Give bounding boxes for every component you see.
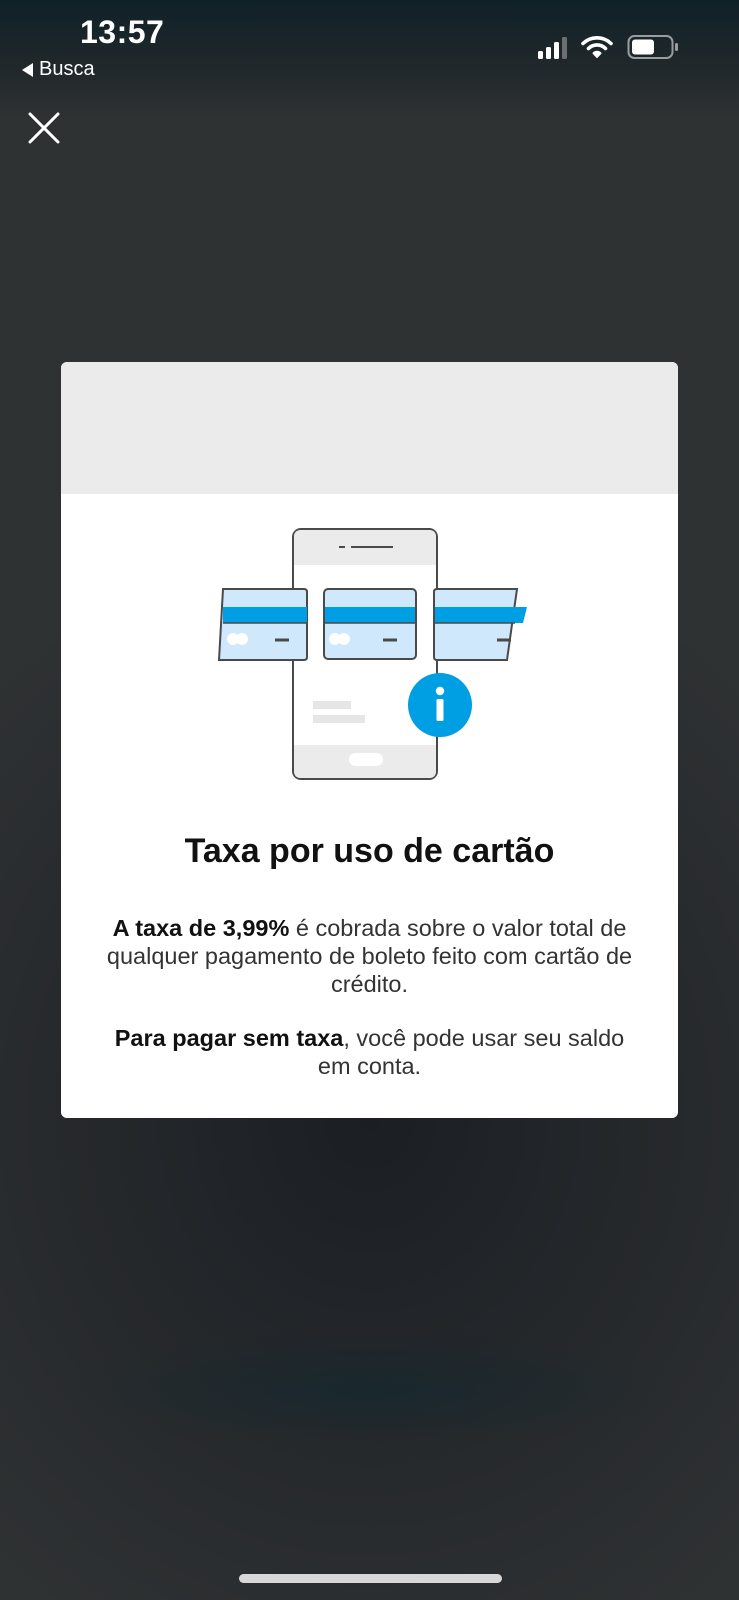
wifi-icon [581,36,613,58]
battery-icon [627,35,678,59]
phone-cards-illustration [217,528,527,780]
no-fee-bold: Para pagar sem taxa [114,1025,344,1051]
status-time: 13:57 [80,14,165,50]
modal-title: Taxa por uso de cartão [184,832,555,870]
no-fee-text: , você pode usar seu saldo em conta. [317,1025,625,1079]
info-icon [408,673,472,737]
back-link-label: Busca [39,58,95,80]
back-to-app-link[interactable]: Busca [22,58,95,81]
close-icon[interactable] [26,110,62,146]
back-arrow-icon [22,62,33,77]
cellular-signal-icon [538,35,567,59]
status-icons [538,34,679,60]
card-fee-modal: Taxa por uso de cartão A taxa de 3,99% é… [61,362,678,1118]
fee-description: A taxa de 3,99% é cobrada sobre o valor … [101,914,638,998]
home-indicator[interactable] [239,1574,502,1583]
bottom-glow [60,1330,680,1450]
no-fee-hint: Para pagar sem taxa, você pode usar seu … [101,1024,638,1080]
modal-header [61,362,678,494]
fee-rate-bold: A taxa de 3,99% [112,915,290,941]
